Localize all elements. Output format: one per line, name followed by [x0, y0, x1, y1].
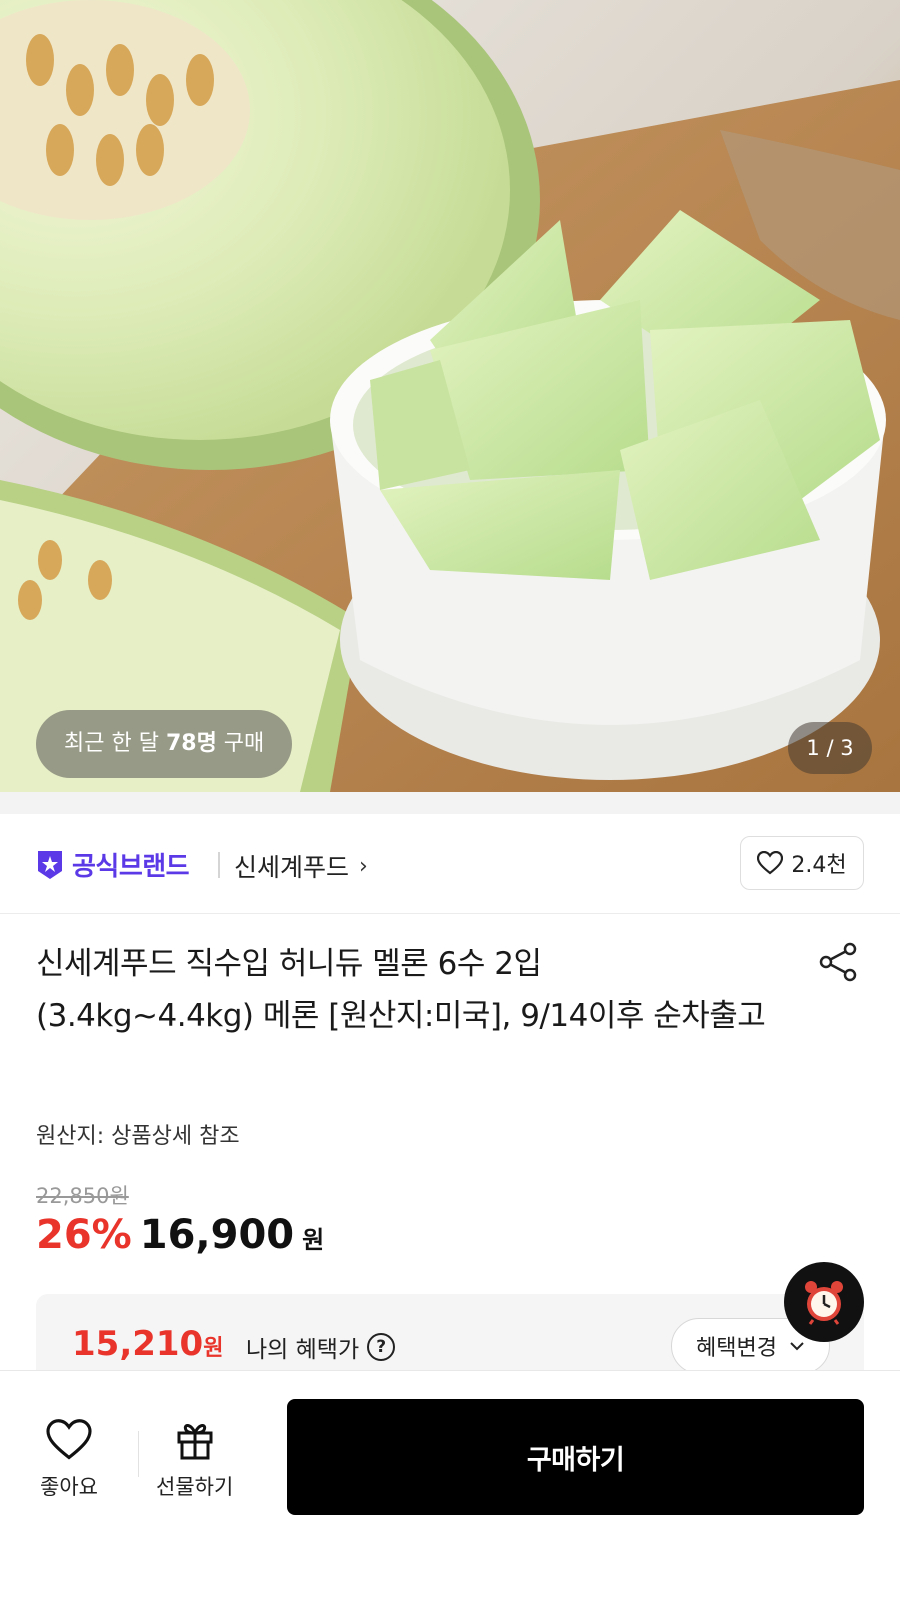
melon-photo — [0, 0, 900, 792]
alarm-clock-icon — [805, 1281, 843, 1325]
brand-row: 공식브랜드 신세계푸드 › 2.4천 — [0, 814, 900, 914]
brand-divider — [218, 852, 220, 878]
share-icon[interactable] — [816, 940, 860, 984]
brand-like-button[interactable]: 2.4천 — [740, 836, 864, 890]
benefit-price-value: 15,210 — [72, 1324, 204, 1364]
brand-store-link[interactable]: 신세계푸드 › — [234, 848, 368, 884]
discount-rate: 26% — [36, 1212, 132, 1258]
benefit-change-label: 혜택변경 — [696, 1336, 777, 1361]
origin-info: 원산지: 상품상세 참조 — [36, 1124, 240, 1149]
buy-button[interactable]: 구매하기 — [287, 1399, 864, 1515]
product-title: 신세계푸드 직수입 허니듀 멜론 6수 2입 (3.4kg~4.4kg) 메론 … — [36, 946, 766, 1034]
gift-label: 선물하기 — [156, 1475, 234, 1499]
product-image[interactable]: 최근 한 달 78명 구매 1 / 3 — [0, 0, 900, 792]
brand-like-count: 2.4천 — [791, 853, 847, 878]
benefit-label: 나의 혜택가 — [246, 1337, 360, 1363]
benefit-price: 15,210원 — [72, 1324, 223, 1364]
sale-price: 16,900 — [139, 1212, 295, 1258]
price-currency: 원 — [302, 1226, 325, 1254]
restock-alarm-button[interactable] — [784, 1262, 864, 1342]
gift-button[interactable]: 선물하기 — [156, 1419, 233, 1501]
heart-icon — [46, 1419, 92, 1460]
benefit-label-group: 나의 혜택가 ? — [246, 1330, 396, 1364]
bottom-bar-divider — [138, 1431, 139, 1477]
like-label: 좋아요 — [40, 1475, 98, 1499]
image-counter: 1 / 3 — [788, 722, 872, 774]
bottom-action-bar: 좋아요 선물하기 구매하기 — [0, 1370, 900, 1617]
like-button[interactable]: 좋아요 — [40, 1419, 98, 1501]
brand-name: 신세계푸드 — [234, 853, 350, 882]
star-badge-icon — [38, 850, 62, 879]
chevron-down-icon — [790, 1342, 804, 1351]
official-brand-label: 공식브랜드 — [72, 852, 190, 882]
benefit-currency: 원 — [203, 1336, 224, 1361]
recent-purchase-badge: 최근 한 달 78명 구매 — [36, 710, 293, 778]
official-brand-badge[interactable]: 공식브랜드 — [36, 846, 190, 883]
help-icon[interactable]: ? — [367, 1333, 396, 1361]
section-divider — [0, 792, 900, 814]
price-row: 26% 16,900 원 — [36, 1212, 324, 1258]
recent-purchase-suffix: 구매 — [216, 731, 265, 756]
recent-purchase-prefix: 최근 한 달 — [64, 731, 166, 756]
recent-purchase-count: 78명 — [165, 731, 217, 756]
heart-icon — [757, 851, 784, 875]
chevron-right-icon: › — [359, 853, 368, 879]
gift-icon — [177, 1424, 213, 1460]
original-price: 22,850원 — [36, 1184, 129, 1208]
